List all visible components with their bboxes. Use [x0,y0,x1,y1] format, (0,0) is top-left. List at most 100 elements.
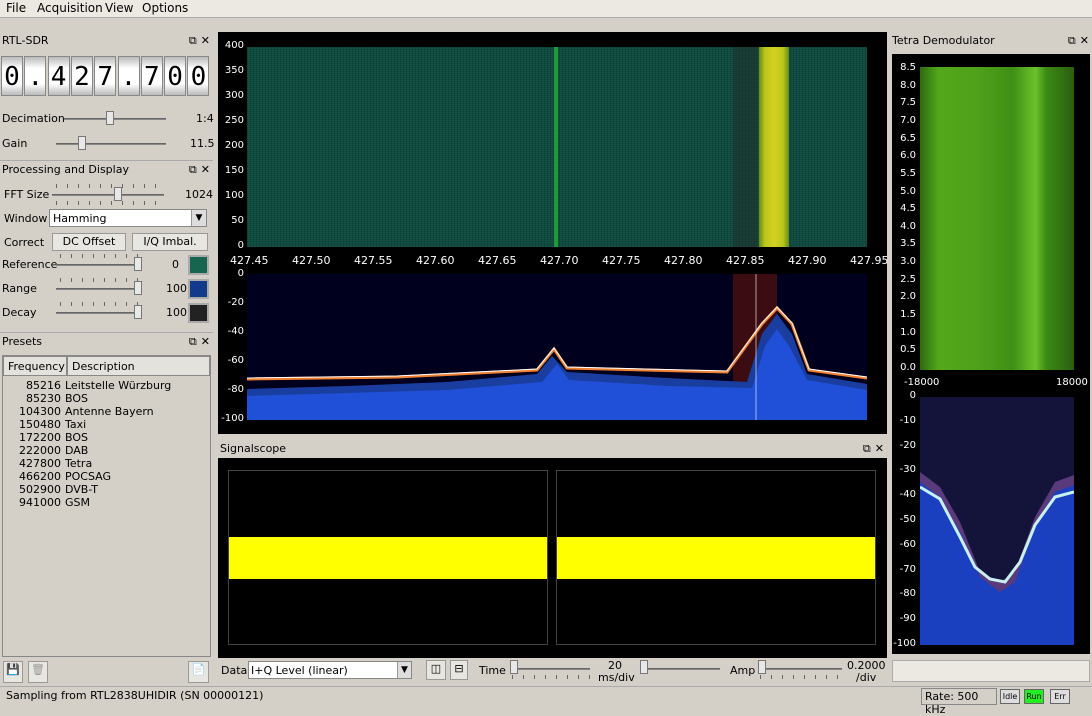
tetra-waterfall[interactable] [920,67,1074,370]
data-select[interactable]: I+Q Level (linear) ▼ [248,661,412,679]
offset-slider[interactable] [640,660,648,674]
waterfall-y-tick-label: 100 [224,190,244,201]
menu-options[interactable]: Options [142,1,188,15]
digit-separator: . [24,56,47,96]
tetra-waterfall-y-tick-label: 2.5 [900,273,916,285]
gain-slider[interactable] [78,136,87,150]
frequency-x-tick-label: 427.90 [788,254,827,267]
spectrum-y-tick-label: 0 [237,268,244,279]
float-icon[interactable]: ⧉ [189,34,197,47]
range-slider[interactable] [134,281,142,295]
preset-frequency: 466200 [19,470,61,483]
preset-row[interactable]: 150480 Taxi [3,418,210,431]
amp-label: Amp [730,664,756,677]
spectrum-color-icon[interactable] [188,279,209,299]
chevron-down-icon: ▼ [191,210,206,226]
window-select[interactable]: Hamming ▼ [49,209,207,227]
preset-description: BOS [65,392,88,405]
frequency-x-tick-label: 427.75 [602,254,641,267]
preset-list: 85216 Leitstelle Würzburg 85230 BOS 104300 An… [3,379,210,509]
split-horizontal-icon[interactable]: ◫ [426,660,446,680]
preset-description: Antenne Bayern [65,405,154,418]
decay-display-icon[interactable] [188,303,209,323]
preset-row[interactable]: 941000 GSM [3,496,210,509]
reference-slider[interactable] [134,257,142,271]
preset-row[interactable]: 104300 Antenne Bayern [3,405,210,418]
frequency-digit[interactable]: 7 [94,56,117,96]
tetra-spectrum-y-tick-label: -50 [899,514,916,525]
frequency-digit[interactable]: 2 [70,56,93,96]
tetra-spectrum-y-tick-label: -90 [899,613,916,625]
menu-view[interactable]: View [105,1,133,15]
preset-description: Tetra [65,457,93,470]
frequency-digit[interactable]: 0 [187,56,210,96]
waterfall-y-tick-label: 250 [224,115,244,126]
fft-size-slider[interactable] [114,187,123,201]
preset-frequency: 222000 [19,444,61,457]
fft-size-label: FFT Size [4,188,50,201]
preset-description: Taxi [65,418,87,431]
menu-file[interactable]: File [6,1,26,15]
waterfall-plot[interactable] [247,47,867,247]
preset-row[interactable]: 427800 Tetra [3,457,210,470]
scope-display [218,458,887,658]
float-icon[interactable]: ⧉ [1068,34,1076,47]
amp-slider[interactable] [758,660,766,674]
presets-panel: Presets ⧉ ✕ Frequency Description 85216 Le… [0,332,213,688]
scope-i-channel[interactable] [228,470,548,645]
preset-row[interactable]: 85216 Leitstelle Würzburg [3,379,210,392]
col-frequency[interactable]: Frequency [3,356,67,376]
close-icon[interactable]: ✕ [1080,34,1089,47]
scope-q-channel[interactable] [556,470,876,645]
split-vertical-icon[interactable]: ⊟ [450,660,468,680]
decimation-slider[interactable] [106,111,115,125]
preset-frequency: 427800 [19,457,61,470]
time-slider[interactable] [510,660,518,674]
close-icon[interactable]: ✕ [201,335,210,348]
tetra-waterfall-y-tick-label: 5.5 [900,167,916,179]
save-icon[interactable]: 💾 [3,661,23,683]
tetra-spectrum-y-tick-label: -10 [899,414,916,426]
iq-imbalance-button[interactable]: I/Q Imbal. [132,233,208,251]
presets-table: Frequency Description 85216 Leitstelle Wü… [2,355,211,657]
frequency-digit[interactable]: 0 [164,56,187,96]
waterfall-color-icon[interactable] [188,255,209,275]
float-icon[interactable]: ⧉ [863,442,871,455]
preset-row[interactable]: 85230 BOS [3,392,210,405]
amp-unit: /div [856,671,877,684]
tetra-waterfall-y-tick-label: 4.5 [900,203,916,215]
menu-bar: File Acquisition View Options [0,0,1092,17]
idle-indicator: Idle [1000,689,1020,704]
tetra-spectrum[interactable] [920,397,1074,645]
spectrum-plot[interactable] [247,274,867,420]
tetra-waterfall-y-tick-label: 1.5 [900,309,916,321]
rtl-sdr-panel: RTL-SDR ⧉ ✕ 0.427.700 Decimation 1:4 Gain… [0,32,215,156]
data-label: Data [221,664,248,677]
dc-offset-button[interactable]: DC Offset [52,233,126,251]
preset-description: BOS [65,431,88,444]
frequency-digit[interactable]: 0 [1,56,23,96]
tetra-waterfall-y-tick-label: 3.0 [900,256,916,268]
err-indicator: Err [1050,689,1070,704]
col-description[interactable]: Description [67,356,210,376]
preset-row[interactable]: 466200 POCSAG [3,470,210,483]
preset-row[interactable]: 222000 DAB [3,444,210,457]
preset-description: Leitstelle Würzburg [65,379,172,392]
preset-frequency: 85230 [26,392,61,405]
preset-row[interactable]: 502900 DVB-T [3,483,210,496]
menu-acquisition[interactable]: Acquisition [37,1,103,15]
close-icon[interactable]: ✕ [201,163,210,176]
close-icon[interactable]: ✕ [875,442,884,455]
float-icon[interactable]: ⧉ [189,335,197,348]
close-icon[interactable]: ✕ [201,34,210,47]
frequency-digit[interactable]: 7 [140,56,163,96]
delete-icon[interactable]: 🗑 [28,661,48,683]
float-icon[interactable]: ⧉ [189,163,197,176]
tetra-spectrum-y-tick-label: -20 [899,439,916,451]
frequency-x-tick-label: 427.60 [416,254,455,267]
load-icon[interactable]: 📄 [188,661,209,683]
correct-label: Correct [4,236,45,249]
frequency-digit[interactable]: 4 [47,56,70,96]
decay-slider[interactable] [134,305,142,319]
preset-row[interactable]: 172200 BOS [3,431,210,444]
